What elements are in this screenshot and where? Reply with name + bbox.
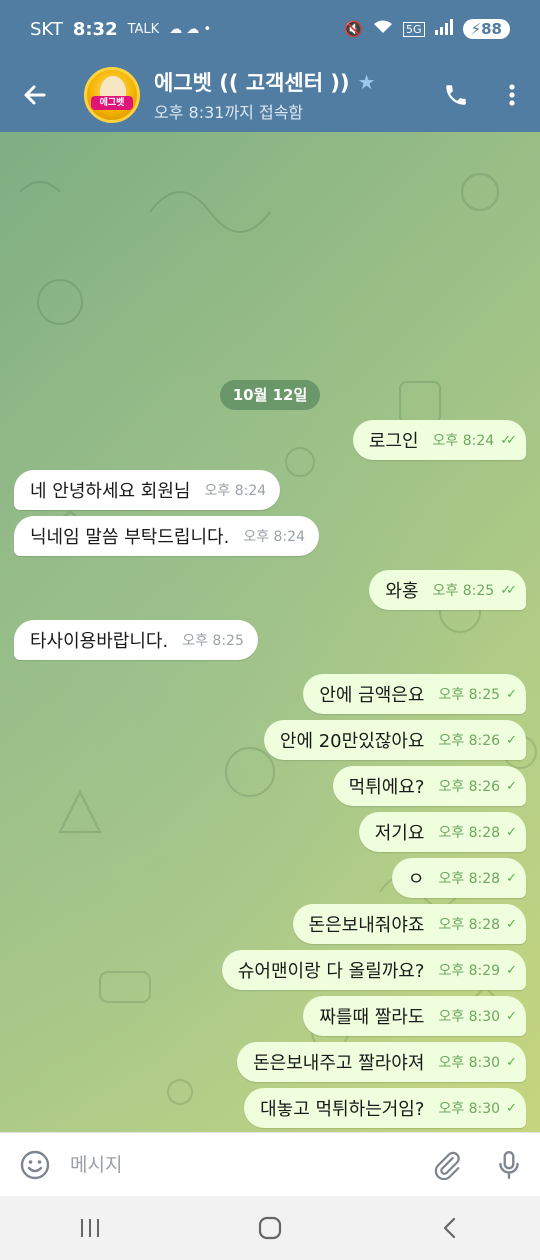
message-text: 로그인 [368,431,419,452]
message-text: 안에 금액은요 [319,685,425,706]
sent-check-icon: ✓ [506,870,517,886]
attach-icon[interactable] [416,1133,478,1197]
more-vertical-icon[interactable] [484,58,540,132]
sent-check-icon: ✓ [506,686,517,702]
chat-title: 에그벳 (( 고객센터 )) [154,71,350,95]
message-bubble-incoming[interactable]: 네 안녕하세요 회원님 오후 8:24 [14,470,281,510]
carrier-label: SKT [30,18,63,40]
chat-header: 에그벳 에그벳 (( 고객센터 )) ★ 오후 8:31까지 접속함 [0,58,540,132]
message-time: 오후 8:28 [438,917,501,933]
sent-check-icon: ✓ [506,1054,517,1070]
sent-check-icon: ✓ [506,732,517,748]
message-time: 오후 8:24 [204,483,267,499]
message-bubble-incoming[interactable]: 타사이용바랍니다. 오후 8:25 [14,620,258,660]
message-time: 오후 8:29 [438,963,501,979]
status-bar: SKT 8:32 TALK ☁ ☁ • 🔇 5G ⚡88 [0,0,540,58]
message-time: 오후 8:26 [438,779,501,795]
read-receipt-icon: ✓✓ [500,582,517,598]
sent-check-icon: ✓ [506,778,517,794]
system-navigation-bar [0,1196,540,1260]
message-text: 저기요 [374,823,425,844]
talk-notification-icon: TALK [127,21,160,37]
read-receipt-icon: ✓✓ [500,432,517,448]
message-text: 와홍 [385,581,419,602]
message-bubble-incoming[interactable]: 닉네임 말씀 부탁드립니다. 오후 8:24 [14,516,319,556]
message-text: 네 안녕하세요 회원님 [30,481,191,502]
message-time: 오후 8:28 [438,825,501,841]
emoji-icon[interactable] [0,1133,70,1197]
message-bubble-outgoing[interactable]: 돈은보내줘야죠 오후 8:28 ✓ [292,904,526,944]
message-time: 오후 8:25 [182,633,244,649]
message-text: 타사이용바랍니다. [30,631,169,652]
sent-check-icon: ✓ [506,1008,517,1024]
back-arrow-icon[interactable] [0,58,70,132]
sent-check-icon: ✓ [506,1100,517,1116]
wifi-icon [373,19,393,39]
message-time: 오후 8:26 [438,733,501,749]
message-text: 안에 20만있잖아요 [279,731,425,752]
avatar[interactable]: 에그벳 [84,67,140,123]
message-input-bar [0,1132,540,1196]
message-text: 대놓고 먹튀하는거임? [260,1099,425,1120]
message-bubble-outgoing[interactable]: 먹튀에요? 오후 8:26 ✓ [332,766,526,806]
signal-icon [434,19,453,39]
message-time: 오후 8:28 [438,871,501,887]
message-bubble-outgoing[interactable]: 안에 20만있잖아요 오후 8:26 ✓ [263,720,526,760]
sent-check-icon: ✓ [506,824,517,840]
mic-icon[interactable] [478,1133,540,1197]
message-bubble-outgoing[interactable]: 안에 금액은요 오후 8:25 ✓ [303,674,526,714]
battery-indicator: ⚡88 [462,19,510,39]
message-bubble-outgoing[interactable]: 와홍 오후 8:25 ✓✓ [369,570,526,610]
network-type-icon: 5G [403,21,425,37]
sent-check-icon: ✓ [506,962,517,978]
avatar-logo-text: 에그벳 [91,96,133,110]
phone-icon[interactable] [428,58,484,132]
message-bubble-outgoing[interactable]: 짜를때 짤라도 오후 8:30 ✓ [303,996,526,1036]
message-text: 짜를때 짤라도 [319,1007,425,1028]
message-bubble-outgoing[interactable]: ㅇ 오후 8:28 ✓ [391,858,526,898]
home-icon[interactable] [225,1196,315,1260]
message-text: 돈은보내주고 짤라야져 [253,1053,425,1074]
message-time: 오후 8:24 [432,433,495,449]
message-bubble-outgoing[interactable]: 저기요 오후 8:28 ✓ [358,812,526,852]
message-bubble-outgoing[interactable]: 슈어맨이랑 다 올릴까요? 오후 8:29 ✓ [221,950,526,990]
message-input[interactable] [70,1153,416,1176]
message-text: 먹튀에요? [348,777,425,798]
message-bubble-outgoing[interactable]: 로그인 오후 8:24 ✓✓ [352,420,526,460]
chat-title-block[interactable]: 에그벳 (( 고객센터 )) ★ 오후 8:31까지 접속함 [154,67,428,123]
mute-icon: 🔇 [344,20,364,38]
sent-check-icon: ✓ [506,916,517,932]
message-time: 오후 8:25 [432,583,495,599]
star-icon: ★ [357,70,376,94]
message-text: ㅇ [407,869,425,890]
message-time: 오후 8:30 [438,1009,501,1025]
message-text: 슈어맨이랑 다 올릴까요? [237,961,425,982]
message-bubble-outgoing[interactable]: 돈은보내주고 짤라야져 오후 8:30 ✓ [237,1042,526,1082]
cloud-icon: ☁ ☁ • [169,21,212,37]
message-text: 닉네임 말씀 부탁드립니다. [30,527,230,548]
clock: 8:32 [72,18,118,40]
message-text: 돈은보내줘야죠 [308,915,425,936]
last-seen-status: 오후 8:31까지 접속함 [154,103,304,122]
message-time: 오후 8:30 [438,1101,501,1117]
message-bubble-outgoing[interactable]: 대놓고 먹튀하는거임? 오후 8:30 ✓ [244,1088,526,1128]
message-time: 오후 8:24 [243,529,305,545]
chat-area[interactable]: 10월 12일 로그인 오후 8:24 ✓✓ 네 안녕하세요 회원님 오후 8:2… [0,132,540,1132]
message-time: 오후 8:25 [438,687,501,703]
date-chip: 10월 12일 [220,380,320,410]
back-icon[interactable] [405,1196,495,1260]
recent-apps-icon[interactable] [45,1196,135,1260]
battery-level: 88 [481,20,502,38]
message-time: 오후 8:30 [438,1055,501,1071]
